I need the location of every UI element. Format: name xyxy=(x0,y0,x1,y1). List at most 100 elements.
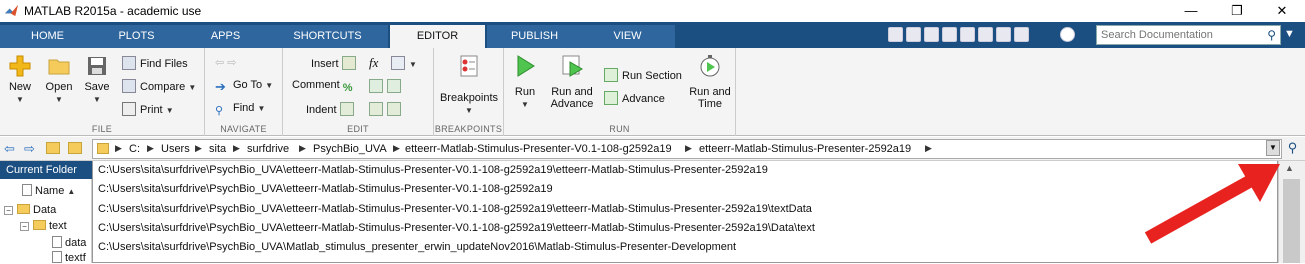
tree-item-text[interactable]: − text xyxy=(20,220,67,232)
minimize-button[interactable]: — xyxy=(1168,0,1214,22)
quick-copy-icon[interactable] xyxy=(924,27,939,42)
quick-save-icon[interactable] xyxy=(888,27,903,42)
run-and-time-button[interactable]: Run and Time xyxy=(688,54,732,110)
search-folder-icon[interactable]: ⚲ xyxy=(1284,140,1301,157)
crumb-separator-icon[interactable]: ▶ xyxy=(195,143,202,154)
run-section-label: RUN xyxy=(609,124,630,134)
crumb-surfdrive[interactable]: surfdrive xyxy=(247,143,289,155)
tab-plots[interactable]: PLOTS xyxy=(89,25,185,48)
print-dropdown-icon[interactable]: ▼ xyxy=(166,106,174,115)
decrease-indent-icon[interactable] xyxy=(387,102,401,116)
comment-button[interactable]: Comment % xyxy=(292,79,361,96)
compare-button[interactable]: Compare ▼ xyxy=(122,79,196,93)
new-dropdown-icon[interactable]: ▼ xyxy=(16,95,24,104)
crumb-separator-icon[interactable]: ▶ xyxy=(393,143,400,154)
search-documentation-input[interactable] xyxy=(1097,26,1257,44)
history-item[interactable]: C:\Users\sita\surfdrive\PsychBio_UVA\ett… xyxy=(98,222,815,234)
tab-apps[interactable]: APPS xyxy=(178,25,274,48)
crumb-current-folder[interactable]: etteerr-Matlab-Stimulus-Presenter-2592a1… xyxy=(699,143,911,155)
path-history-dropdown-icon[interactable]: ▼ xyxy=(1266,140,1280,156)
open-dropdown-icon[interactable]: ▼ xyxy=(55,95,63,104)
print-button[interactable]: Print ▼ xyxy=(122,102,174,116)
crumb-separator-icon[interactable]: ▶ xyxy=(233,143,240,154)
uncomment-button[interactable] xyxy=(369,79,405,93)
crumb-users[interactable]: Users xyxy=(161,143,190,155)
current-folder-path[interactable]: ▶ C: ▶ Users ▶ sita ▶ surfdrive ▶ PsychB… xyxy=(92,139,1282,159)
close-button[interactable]: ✕ xyxy=(1259,0,1305,22)
run-section: Run ▼ Run and Advance Run Section Advance … xyxy=(504,48,736,136)
insert-label: Insert xyxy=(311,58,339,70)
wrap-comments-icon[interactable] xyxy=(387,79,401,93)
crumb-psychbio[interactable]: PsychBio_UVA xyxy=(313,143,387,155)
advance-button[interactable]: Advance xyxy=(604,91,665,105)
history-item[interactable]: C:\Users\sita\surfdrive\PsychBio_UVA\ett… xyxy=(98,203,812,215)
goto-dropdown-icon[interactable]: ▼ xyxy=(265,81,273,90)
search-icon[interactable]: ⚲ xyxy=(1267,28,1276,42)
forward-arrow-icon[interactable]: ⇨ xyxy=(24,141,35,157)
breakpoints-button[interactable]: Breakpoints ▼ xyxy=(438,54,500,116)
crumb-separator-icon[interactable]: ▶ xyxy=(925,143,932,154)
tree-item-data[interactable]: − Data xyxy=(4,204,56,216)
increase-indent-icon[interactable] xyxy=(369,102,383,116)
find-dropdown-icon[interactable]: ▼ xyxy=(257,104,265,113)
open-button[interactable]: Open ▼ xyxy=(42,54,76,105)
tree-item-textf-file[interactable]: textf xyxy=(52,251,86,264)
crumb-v01-folder[interactable]: etteerr-Matlab-Stimulus-Presenter-V0.1-1… xyxy=(405,143,672,155)
search-documentation-box[interactable]: ⚲ xyxy=(1096,25,1281,45)
crumb-separator-icon[interactable]: ▶ xyxy=(685,143,692,154)
goto-button[interactable]: ➔ Go To ▼ xyxy=(215,79,273,94)
history-item[interactable]: C:\Users\sita\surfdrive\PsychBio_UVA\ett… xyxy=(98,183,553,195)
crumb-separator-icon[interactable]: ▶ xyxy=(115,143,122,154)
save-disk-icon xyxy=(88,57,106,75)
tab-publish[interactable]: PUBLISH xyxy=(487,25,583,48)
file-icon xyxy=(52,251,62,263)
tab-shortcuts[interactable]: SHORTCUTS xyxy=(267,25,389,48)
crumb-separator-icon[interactable]: ▶ xyxy=(299,143,306,154)
collapse-icon[interactable]: − xyxy=(4,206,13,215)
help-icon[interactable] xyxy=(1060,27,1075,42)
quick-paste-icon[interactable] xyxy=(942,27,957,42)
crumb-separator-icon[interactable]: ▶ xyxy=(147,143,154,154)
run-and-advance-label-1: Run and xyxy=(551,86,593,98)
quick-undo-icon[interactable] xyxy=(960,27,975,42)
find-button[interactable]: ⚲ Find ▼ xyxy=(215,102,265,118)
compare-dropdown-icon[interactable]: ▼ xyxy=(188,83,196,92)
maximize-button[interactable]: ❐ xyxy=(1214,0,1260,22)
run-button[interactable]: Run ▼ xyxy=(510,54,540,110)
indent-button[interactable]: Indent xyxy=(306,102,358,116)
fx-button[interactable]: fx xyxy=(369,55,378,71)
tree-item-label: data xyxy=(65,237,87,249)
tab-view[interactable]: VIEW xyxy=(580,25,676,48)
back-arrow-icon[interactable]: ⇦ xyxy=(4,141,15,157)
tree-item-data-file[interactable]: data xyxy=(52,236,86,249)
collapse-icon[interactable]: − xyxy=(20,222,29,231)
tab-editor[interactable]: EDITOR xyxy=(390,25,486,48)
history-item[interactable]: C:\Users\sita\surfdrive\PsychBio_UVA\ett… xyxy=(98,164,768,176)
up-one-level-icon[interactable] xyxy=(46,142,60,154)
quick-cut-icon[interactable] xyxy=(906,27,921,42)
find-files-button[interactable]: Find Files xyxy=(122,56,188,70)
find-magnifier-icon: ⚲ xyxy=(215,105,224,117)
save-button[interactable]: Save ▼ xyxy=(80,54,114,105)
name-column-header[interactable]: Name ▲ xyxy=(22,184,75,197)
quick-layout-icon[interactable] xyxy=(1014,27,1029,42)
quick-redo-icon[interactable] xyxy=(978,27,993,42)
new-button[interactable]: New ▼ xyxy=(4,54,36,105)
filter-icon[interactable]: ▼ xyxy=(1284,28,1300,42)
run-and-advance-button[interactable]: Run and Advance xyxy=(548,54,596,110)
history-item[interactable]: C:\Users\sita\surfdrive\PsychBio_UVA\Mat… xyxy=(98,241,736,253)
run-dropdown-icon[interactable]: ▼ xyxy=(521,100,529,109)
tab-home[interactable]: HOME xyxy=(0,25,96,48)
crumb-sita[interactable]: sita xyxy=(209,143,226,155)
quick-switch-windows-icon[interactable] xyxy=(996,27,1011,42)
insert-button[interactable]: Insert xyxy=(311,56,360,70)
browse-folder-icon[interactable] xyxy=(68,142,82,154)
crumb-drive[interactable]: C: xyxy=(129,143,140,155)
file-icon xyxy=(52,236,62,248)
save-dropdown-icon[interactable]: ▼ xyxy=(93,95,101,104)
insert-dropdown-icon[interactable]: ▼ xyxy=(409,60,417,69)
indent-controls[interactable] xyxy=(369,102,405,116)
run-section-button[interactable]: Run Section xyxy=(604,68,682,82)
insert-function-button[interactable]: ▼ xyxy=(391,56,417,70)
breakpoints-dropdown-icon[interactable]: ▼ xyxy=(465,106,473,115)
